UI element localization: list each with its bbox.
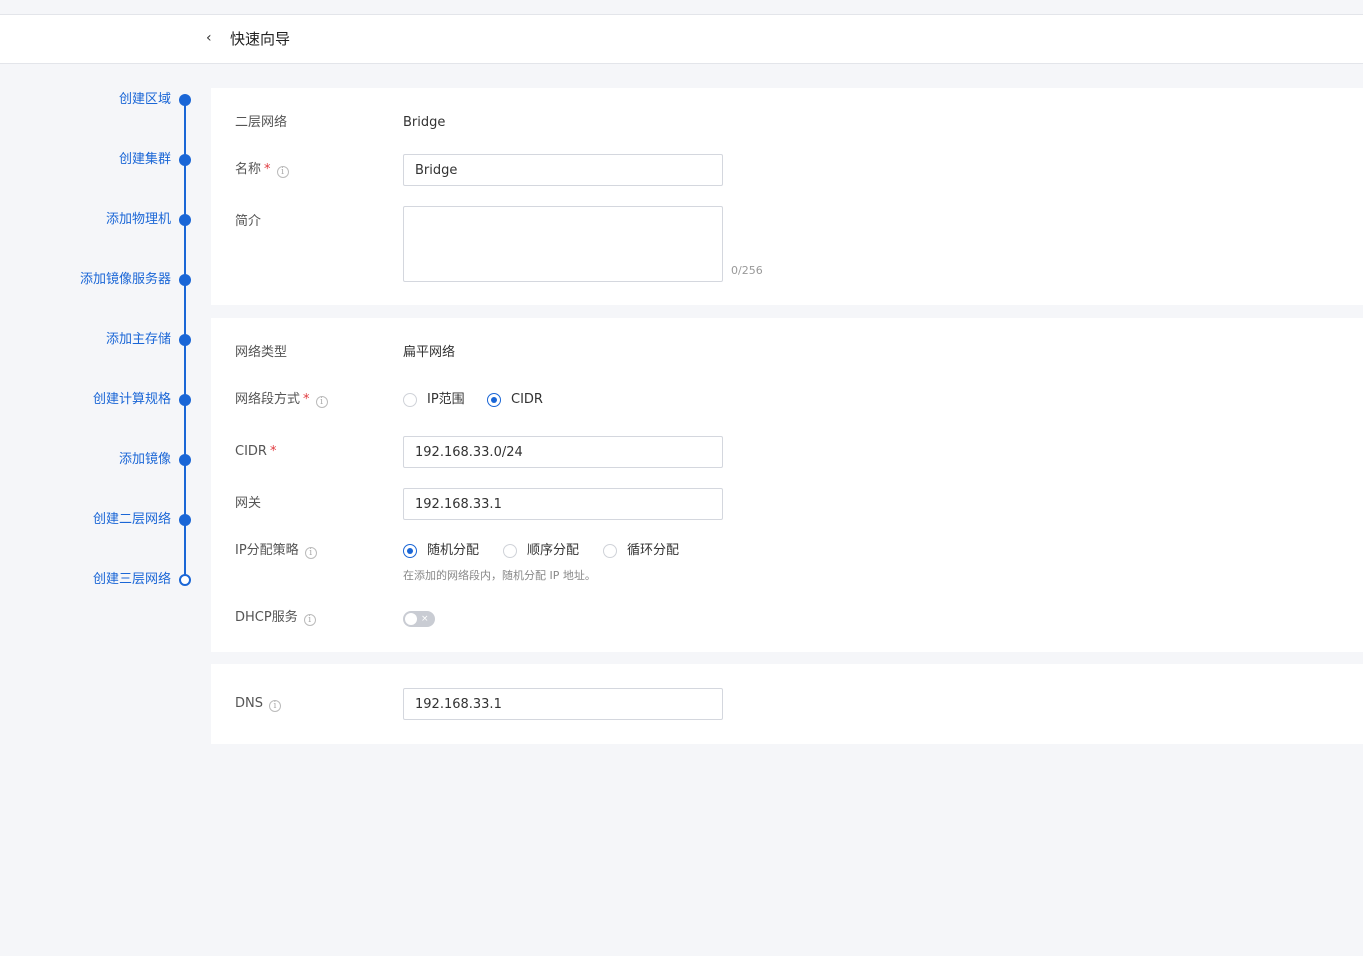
info-icon[interactable]: i [269, 700, 281, 712]
gateway-input[interactable] [403, 488, 723, 520]
info-icon[interactable]: i [304, 547, 317, 559]
network-type-row: 网络类型 扁平网络 [235, 343, 1335, 363]
radio-circle-icon [403, 393, 417, 407]
step-label: 创建二层网络 [92, 512, 171, 527]
name-input[interactable] [403, 154, 723, 186]
info-icon[interactable]: i [315, 396, 328, 408]
radio-checked-icon [403, 544, 417, 558]
network-type-label: 网络类型 [235, 345, 288, 360]
cidr-input[interactable] [403, 436, 723, 468]
gateway-row: 网关 [235, 488, 1335, 520]
step-create-l3-network[interactable]: 创建三层网络 [0, 570, 191, 590]
ip-allocation-row: IP分配策略 i 随机分配 顺序分配 循环分配 在添加的网络段内，随机分配 IP … [235, 541, 1335, 585]
radio-label: 循环分配 [627, 543, 680, 558]
step-done-dot-icon [179, 334, 191, 346]
name-row: 名称 * i [235, 154, 1335, 186]
dhcp-label: DHCP服务 i [235, 608, 316, 628]
toggle-off-icon: × [421, 614, 429, 624]
dns-label: DNS i [235, 694, 281, 714]
required-mark: * [269, 444, 277, 459]
radio-circle-icon [503, 544, 517, 558]
step-create-cluster[interactable]: 创建集群 [0, 150, 191, 170]
step-done-dot-icon [179, 514, 191, 526]
toggle-knob [405, 613, 417, 625]
step-done-dot-icon [179, 94, 191, 106]
step-done-dot-icon [179, 274, 191, 286]
step-label: 创建三层网络 [92, 572, 171, 587]
step-label: 添加物理机 [105, 212, 171, 227]
back-chevron-icon[interactable]: ‹ [206, 28, 222, 48]
step-create-zone[interactable]: 创建区域 [0, 90, 191, 110]
gateway-label: 网关 [235, 496, 262, 511]
step-add-primary-storage[interactable]: 添加主存储 [0, 330, 191, 350]
radio-label: CIDR [511, 392, 543, 407]
step-label: 添加镜像服务器 [79, 272, 171, 287]
dns-card: DNS i [211, 664, 1363, 744]
l2-network-value: Bridge [403, 115, 446, 130]
step-add-image-server[interactable]: 添加镜像服务器 [0, 270, 191, 290]
step-add-image[interactable]: 添加镜像 [0, 450, 191, 470]
wizard-stepper: 创建区域 创建集群 添加物理机 添加镜像服务器 添加主存储 创建计算规格 添加镜… [0, 64, 200, 624]
step-label: 添加镜像 [118, 452, 171, 467]
l2-network-label: 二层网络 [235, 115, 288, 130]
radio-label: 顺序分配 [527, 543, 580, 558]
radio-circle-icon [603, 544, 617, 558]
cidr-label: CIDR * [235, 444, 277, 459]
step-done-dot-icon [179, 394, 191, 406]
step-create-l2-network[interactable]: 创建二层网络 [0, 510, 191, 530]
description-counter: 0/256 [731, 264, 763, 277]
segment-method-label: 网络段方式 * i [235, 390, 328, 410]
step-label: 创建区域 [118, 92, 171, 107]
dhcp-row: DHCP服务 i × [235, 608, 1335, 628]
dns-input[interactable] [403, 688, 723, 720]
step-done-dot-icon [179, 454, 191, 466]
segment-method-row: 网络段方式 * i IP范围 CIDR [235, 390, 1335, 410]
step-done-dot-icon [179, 154, 191, 166]
l2-network-row: 二层网络 Bridge [235, 113, 1335, 133]
step-label: 添加主存储 [105, 332, 171, 347]
l2-info-card: 二层网络 Bridge 名称*i 简介 0/256 [211, 88, 1363, 305]
step-current-dot-icon [179, 574, 191, 586]
dns-row: DNS i [235, 688, 1335, 720]
step-label: 创建计算规格 [92, 392, 171, 407]
radio-label: 随机分配 [427, 543, 480, 558]
required-mark: * [264, 162, 271, 177]
description-textarea[interactable] [403, 206, 723, 282]
step-label: 创建集群 [118, 152, 171, 167]
l3-network-card: 网络类型 扁平网络 网络段方式*i IP范围 CIDR CIDR* 网关 IP分… [211, 318, 1363, 652]
ip-allocation-hint: 在添加的网络段内，随机分配 IP 地址。 [403, 569, 596, 582]
page-title: 快速向导 [230, 30, 291, 48]
radio-label: IP范围 [427, 392, 465, 407]
name-label: 名称 * i [235, 160, 289, 180]
page-header: ‹ 快速向导 [0, 14, 1363, 64]
ip-allocation-label: IP分配策略 i [235, 541, 317, 561]
required-mark: * [303, 392, 310, 407]
step-add-host[interactable]: 添加物理机 [0, 210, 191, 230]
description-row: 简介 0/256 [235, 206, 1335, 282]
radio-checked-icon [487, 393, 501, 407]
network-type-value: 扁平网络 [403, 345, 456, 360]
dhcp-toggle[interactable]: × [403, 611, 435, 627]
step-done-dot-icon [179, 214, 191, 226]
step-create-instance-offering[interactable]: 创建计算规格 [0, 390, 191, 410]
cidr-row: CIDR * [235, 436, 1335, 468]
info-icon[interactable]: i [276, 166, 289, 178]
description-label: 简介 [235, 214, 262, 229]
info-icon[interactable]: i [303, 614, 316, 626]
